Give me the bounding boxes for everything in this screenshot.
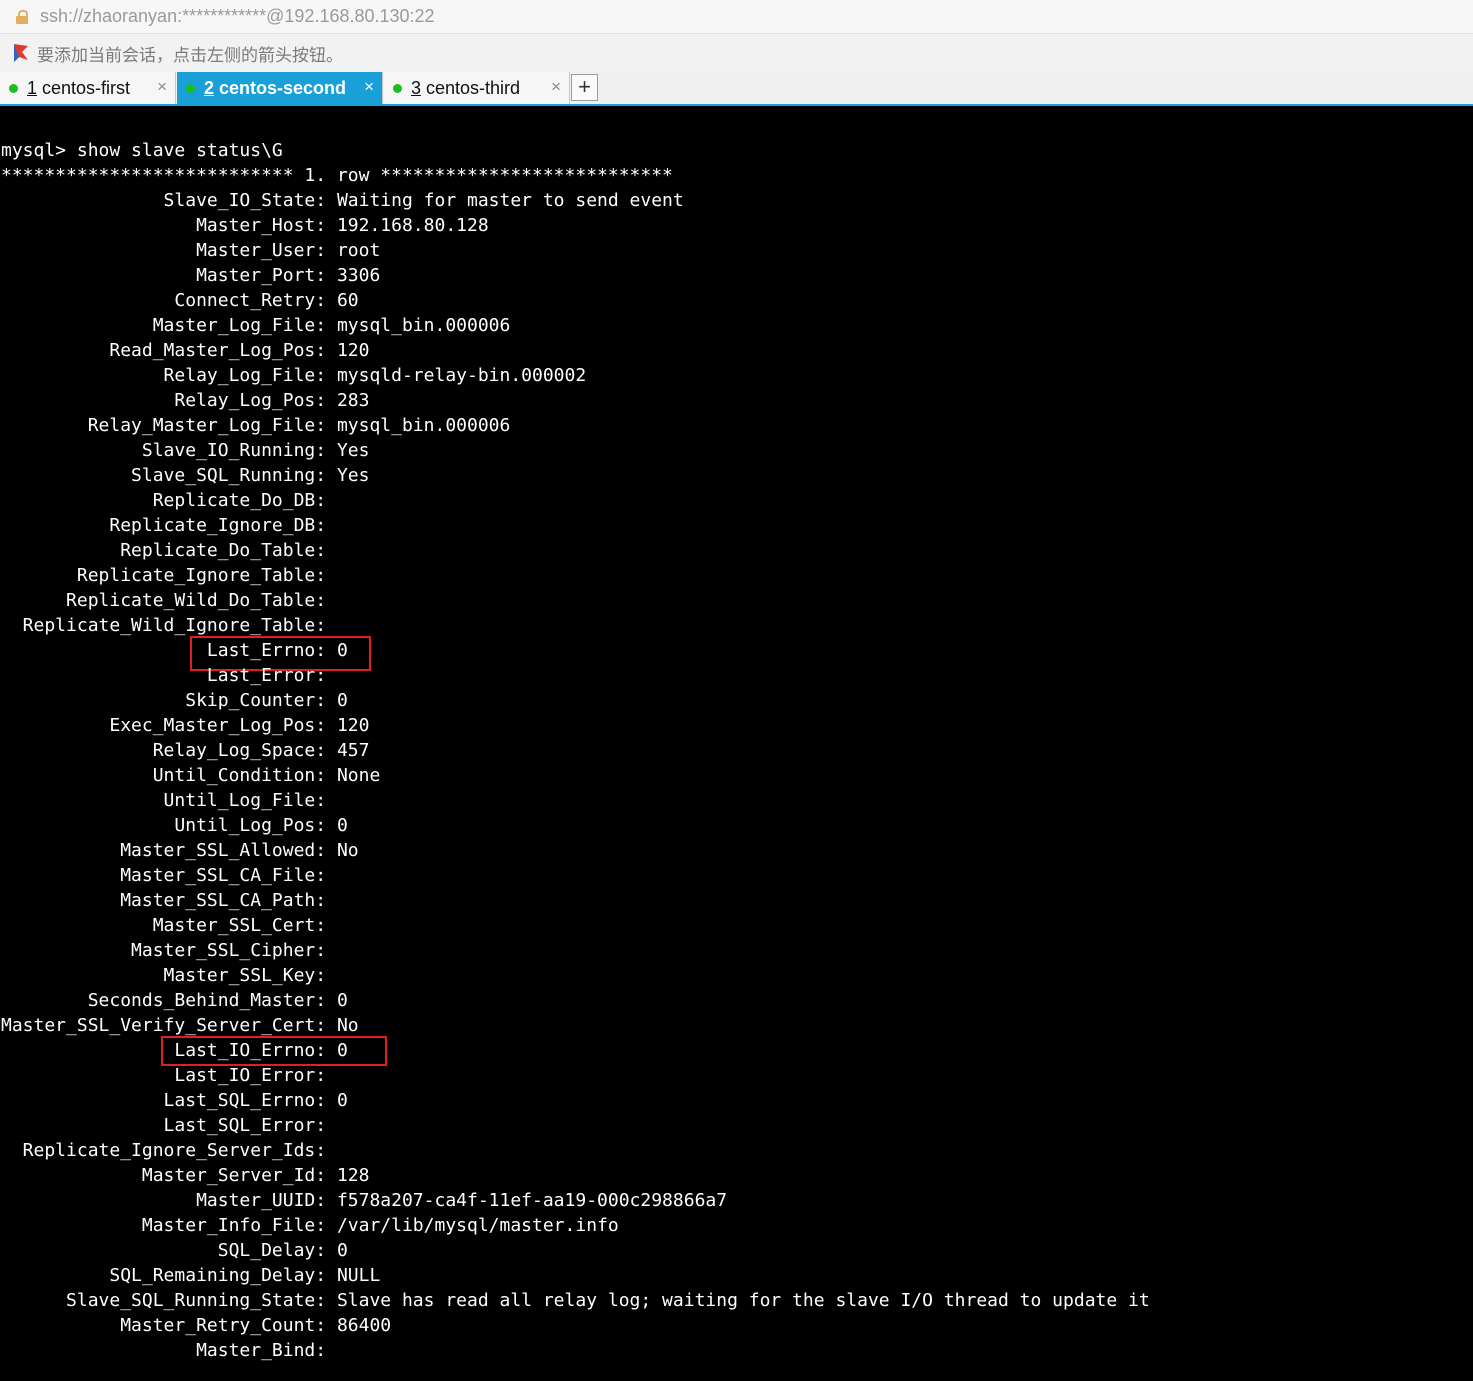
hint-bar: 要添加当前会话，点击左侧的箭头按钮。 (0, 34, 1473, 72)
terminal-line: Master_Info_File: /var/lib/mysql/master.… (1, 1215, 619, 1236)
terminal-line: Replicate_Ignore_DB: (1, 515, 327, 536)
tab-label: centos-first (42, 77, 131, 98)
close-icon[interactable]: × (364, 77, 374, 97)
terminal-line: Master_SSL_Cert: (1, 915, 327, 936)
terminal-line: Until_Log_File: (1, 790, 327, 811)
terminal-line: Slave_IO_State: Waiting for master to se… (1, 190, 684, 211)
terminal-line: *************************** 1. row *****… (1, 165, 673, 186)
terminal-line: Connect_Retry: 60 (1, 290, 359, 311)
terminal-output[interactable]: mysql> show slave status\G **************… (0, 106, 1473, 1381)
terminal-line: Last_SQL_Errno: 0 (1, 1090, 348, 1111)
address-text: ssh://zhaoranyan:************@192.168.80… (40, 6, 435, 26)
lock-icon (16, 9, 28, 24)
terminal-line: Master_SSL_Verify_Server_Cert: No (1, 1015, 359, 1036)
tab-label: centos-second (219, 77, 347, 98)
close-icon[interactable]: × (157, 77, 167, 97)
tab-centos-second[interactable]: 2 centos-second × (177, 72, 383, 104)
terminal-line: Master_SSL_Allowed: No (1, 840, 359, 861)
terminal-line: Last_SQL_Error: (1, 1115, 327, 1136)
terminal-line: Relay_Master_Log_File: mysql_bin.000006 (1, 415, 511, 436)
terminal-line: Read_Master_Log_Pos: 120 (1, 340, 370, 361)
terminal-line: Master_SSL_Cipher: (1, 940, 327, 961)
terminal-line: Seconds_Behind_Master: 0 (1, 990, 348, 1011)
terminal-line: SQL_Remaining_Delay: NULL (1, 1265, 381, 1286)
terminal-line: Master_Host: 192.168.80.128 (1, 215, 489, 236)
tab-number: 3 (411, 77, 422, 98)
terminal-line: Last_IO_Error: (1, 1065, 327, 1086)
close-icon[interactable]: × (551, 77, 561, 97)
terminal-line: Until_Log_Pos: 0 (1, 815, 348, 836)
tab-number: 1 (27, 77, 38, 98)
terminal-line: Master_Log_File: mysql_bin.000006 (1, 315, 511, 336)
terminal-line: Master_SSL_Key: (1, 965, 327, 986)
terminal-line: Relay_Log_File: mysqld-relay-bin.000002 (1, 365, 587, 386)
terminal-line: Replicate_Ignore_Server_Ids: (1, 1140, 327, 1161)
terminal-line: Replicate_Wild_Ignore_Table: (1, 615, 327, 636)
terminal-line: Master_User: root (1, 240, 381, 261)
terminal-line: Last_Error: (1, 665, 327, 686)
terminal-line: Slave_SQL_Running_State: Slave has read … (1, 1290, 1150, 1311)
tab-centos-third[interactable]: 3 centos-third × (384, 72, 570, 104)
session-tab-bar: 1 centos-first × 2 centos-second × 3 cen… (0, 72, 1473, 106)
terminal-line: Slave_SQL_Running: Yes (1, 465, 370, 486)
terminal-line: Last_Errno: 0 (1, 640, 348, 661)
add-tab-button[interactable]: + (571, 74, 598, 101)
tab-number: 2 (204, 77, 215, 98)
terminal-line: mysql> show slave status\G (1, 140, 283, 161)
terminal-line: Master_SSL_CA_Path: (1, 890, 327, 911)
terminal-line: Master_Retry_Count: 86400 (1, 1315, 392, 1336)
terminal-line: SQL_Delay: 0 (1, 1240, 348, 1261)
hint-text: 要添加当前会话，点击左侧的箭头按钮。 (37, 45, 343, 66)
tab-centos-first[interactable]: 1 centos-first × (0, 72, 176, 104)
terminal-line: Replicate_Do_DB: (1, 490, 327, 511)
connected-status-icon (393, 83, 402, 93)
tab-label: centos-third (426, 77, 521, 98)
terminal-line: Slave_IO_Running: Yes (1, 440, 370, 461)
terminal-line: Master_Server_Id: 128 (1, 1165, 370, 1186)
terminal-line: Master_Port: 3306 (1, 265, 381, 286)
connected-status-icon (9, 83, 18, 93)
connected-status-icon (186, 83, 195, 93)
terminal-line: Replicate_Ignore_Table: (1, 565, 327, 586)
terminal-line: Last_IO_Errno: 0 (1, 1040, 348, 1061)
terminal-line: Relay_Log_Pos: 283 (1, 390, 370, 411)
terminal-line: Replicate_Do_Table: (1, 540, 327, 561)
terminal-line: Until_Condition: None (1, 765, 381, 786)
arrow-icon[interactable] (12, 43, 30, 63)
address-bar[interactable]: ssh://zhaoranyan:************@192.168.80… (0, 0, 1473, 34)
terminal-line: Skip_Counter: 0 (1, 690, 348, 711)
terminal-line: Master_UUID: f578a207-ca4f-11ef-aa19-000… (1, 1190, 728, 1211)
terminal-line: Master_SSL_CA_File: (1, 865, 327, 886)
terminal-line: Relay_Log_Space: 457 (1, 740, 370, 761)
terminal-line: Replicate_Wild_Do_Table: (1, 590, 327, 611)
terminal-line: Exec_Master_Log_Pos: 120 (1, 715, 370, 736)
terminal-line: Master_Bind: (1, 1340, 327, 1361)
